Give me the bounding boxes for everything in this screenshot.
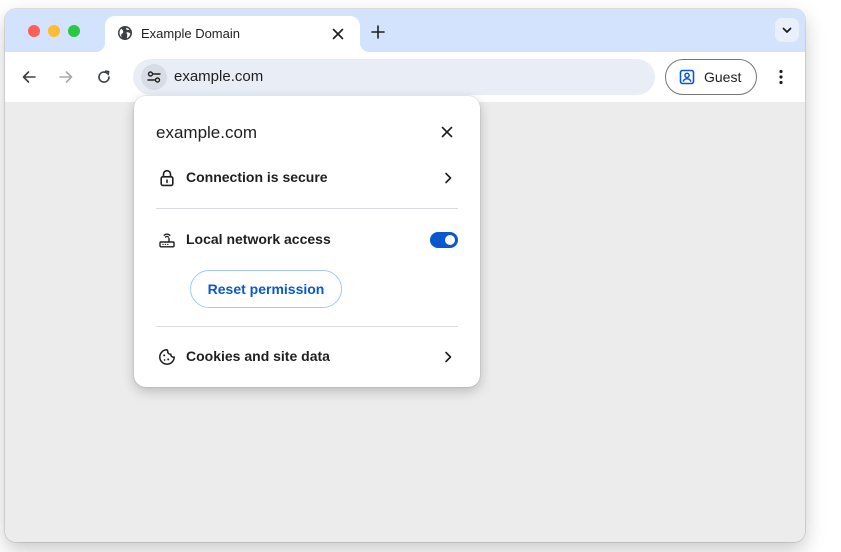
zoom-window-button[interactable] <box>68 25 80 37</box>
arrow-right-icon[interactable] <box>54 65 78 89</box>
reset-permission-button[interactable]: Reset permission <box>190 270 342 308</box>
divider <box>156 208 458 209</box>
reload-icon[interactable] <box>92 65 116 89</box>
globe-icon <box>118 26 132 40</box>
local-network-label: Local network access <box>186 231 331 247</box>
address-bar[interactable]: example.com <box>133 59 655 95</box>
local-network-access-row[interactable]: Local network access <box>144 220 470 260</box>
plus-icon[interactable] <box>367 21 389 43</box>
close-icon[interactable] <box>437 122 457 142</box>
tune-icon[interactable] <box>141 64 167 90</box>
page-info-bubble: example.com Connection is secure Local n… <box>134 96 480 387</box>
cookie-icon <box>159 349 175 365</box>
toolbar: example.com Guest <box>5 52 805 102</box>
local-network-toggle[interactable] <box>430 232 458 248</box>
toggle-knob <box>445 235 455 245</box>
router-icon <box>159 233 175 248</box>
tab-title: Example Domain <box>141 26 240 41</box>
chevron-right-icon <box>445 351 452 363</box>
close-icon[interactable] <box>328 24 348 44</box>
divider <box>156 326 458 327</box>
more-vertical-icon[interactable] <box>769 65 793 89</box>
cookies-site-data-row[interactable]: Cookies and site data <box>144 337 470 377</box>
page-info-title: example.com <box>156 123 258 142</box>
chevron-right-icon <box>445 172 452 184</box>
minimize-window-button[interactable] <box>48 25 60 37</box>
person-badge-icon <box>679 69 695 85</box>
profile-label: Guest <box>704 69 742 85</box>
tab-example-domain[interactable]: Example Domain <box>95 16 370 52</box>
profile-button[interactable]: Guest <box>665 59 757 95</box>
lock-icon <box>160 169 174 187</box>
cookies-label: Cookies and site data <box>186 348 330 364</box>
close-window-button[interactable] <box>28 25 40 37</box>
connection-security-row[interactable]: Connection is secure <box>144 158 470 198</box>
connection-label: Connection is secure <box>186 169 328 185</box>
chevron-down-icon[interactable] <box>775 18 799 42</box>
url-text[interactable]: example.com <box>174 68 263 85</box>
tab-strip: Example Domain <box>5 9 805 52</box>
arrow-left-icon[interactable] <box>17 65 41 89</box>
